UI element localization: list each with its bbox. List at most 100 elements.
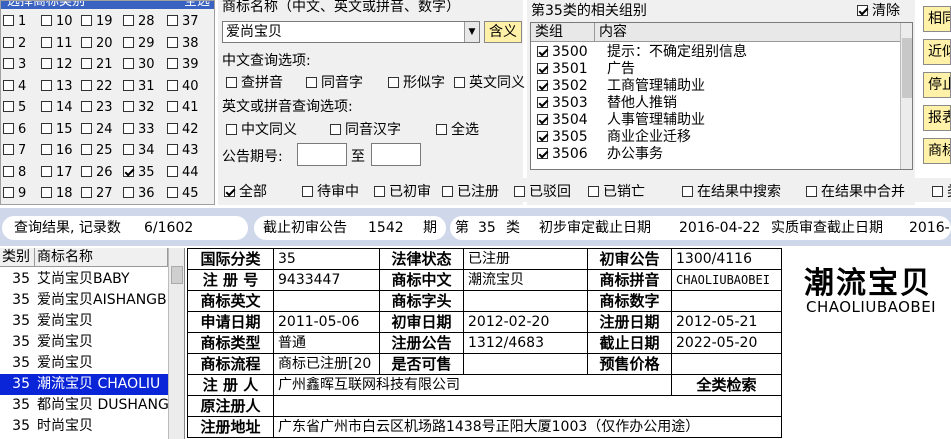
class-checkbox-29[interactable]: 29 (123, 35, 155, 53)
class-checkbox-31[interactable]: 31 (123, 78, 155, 96)
result-row[interactable]: 35 时尚宝贝 (0, 416, 168, 437)
checkbox-icon[interactable] (537, 63, 548, 74)
class-checkbox-30[interactable]: 30 (123, 56, 155, 74)
checkbox-icon[interactable] (537, 114, 548, 125)
group-row[interactable]: 3502 工商管理辅助业 (531, 78, 901, 95)
class-checkbox-36[interactable]: 36 (123, 185, 155, 203)
filter-2[interactable]: 已初审 (374, 181, 431, 201)
meaning-button[interactable]: 含义 (484, 21, 522, 43)
col-class-header[interactable]: 类别 (0, 248, 35, 267)
class-checkbox-3[interactable]: 3 (3, 56, 26, 74)
trademark-name-input[interactable]: 爱尚宝贝 (222, 21, 480, 43)
result-row[interactable]: 35 都尚宝贝 DUSHANG (0, 395, 168, 416)
class-checkbox-12[interactable]: 12 (41, 56, 73, 74)
class-checkbox-23[interactable]: 23 (81, 99, 113, 117)
side-button-0[interactable]: 相同 (923, 6, 951, 32)
groups-scroll-thumb[interactable] (902, 38, 912, 98)
class-checkbox-5[interactable]: 5 (3, 99, 26, 117)
filter-4[interactable]: 已驳回 (514, 181, 571, 201)
checkbox-icon[interactable] (537, 80, 548, 91)
class-checkbox-42[interactable]: 42 (167, 121, 199, 139)
class-checkbox-19[interactable]: 19 (81, 13, 113, 31)
class-checkbox-35[interactable]: 35 (123, 164, 155, 182)
class-checkbox-21[interactable]: 21 (81, 56, 113, 74)
class-checkbox-4[interactable]: 4 (3, 78, 26, 96)
class-checkbox-13[interactable]: 13 (41, 78, 73, 96)
group-row[interactable]: 3501 广告 (531, 61, 901, 78)
clear-checkbox[interactable]: 清除 (857, 0, 900, 20)
checkbox-icon[interactable] (537, 46, 548, 57)
cn-option-3[interactable]: 英文同义 (454, 72, 525, 92)
group-row[interactable]: 3505 商业企业迁移 (531, 129, 901, 146)
filter-3[interactable]: 已注册 (442, 181, 499, 201)
class-checkbox-22[interactable]: 22 (81, 78, 113, 96)
group-row[interactable]: 3506 办公事务 (531, 146, 901, 163)
filter-8[interactable]: 类 (932, 181, 951, 201)
side-button-3[interactable]: 报表 (923, 105, 951, 131)
result-row[interactable]: 35 爱尚宝贝 (0, 311, 168, 332)
checkbox-icon[interactable] (537, 97, 548, 108)
groups-scrollbar[interactable] (900, 23, 912, 169)
en-option-0[interactable]: 中文同义 (226, 119, 297, 139)
filter-1[interactable]: 待审中 (302, 181, 359, 201)
filter-0[interactable]: 全部 (224, 181, 267, 201)
class-checkbox-44[interactable]: 44 (167, 164, 199, 182)
class-checkbox-6[interactable]: 6 (3, 121, 26, 139)
class-checkbox-18[interactable]: 18 (41, 185, 73, 203)
class-checkbox-7[interactable]: 7 (3, 142, 26, 160)
class-checkbox-24[interactable]: 24 (81, 121, 113, 139)
class-checkbox-41[interactable]: 41 (167, 99, 199, 117)
en-option-2[interactable]: 全选 (436, 119, 479, 139)
class-checkbox-25[interactable]: 25 (81, 142, 113, 160)
class-checkbox-15[interactable]: 15 (41, 121, 73, 139)
class-checkbox-1[interactable]: 1 (3, 13, 26, 31)
class-checkbox-11[interactable]: 11 (41, 35, 73, 53)
class-checkbox-9[interactable]: 9 (3, 185, 26, 203)
class-checkbox-27[interactable]: 27 (81, 185, 113, 203)
class-checkbox-20[interactable]: 20 (81, 35, 113, 53)
class-checkbox-8[interactable]: 8 (3, 164, 26, 182)
result-row[interactable]: 35 潮流宝贝 CHAOLIU (0, 374, 168, 395)
checkbox-icon[interactable] (537, 131, 548, 142)
result-row[interactable]: 35 爱尚宝贝 (0, 332, 168, 353)
class-checkbox-37[interactable]: 37 (167, 13, 199, 31)
class-checkbox-45[interactable]: 45 (167, 185, 199, 203)
class-checkbox-43[interactable]: 43 (167, 142, 199, 160)
filter-6[interactable]: 在结果中搜索 (682, 181, 781, 201)
result-row[interactable]: 35 爱尚宝贝 (0, 353, 168, 374)
class-checkbox-14[interactable]: 14 (41, 99, 73, 117)
dropdown-arrow-icon[interactable]: ▼ (464, 22, 479, 42)
class-checkbox-16[interactable]: 16 (41, 142, 73, 160)
class-checkbox-33[interactable]: 33 (123, 121, 155, 139)
class-checkbox-2[interactable]: 2 (3, 35, 26, 53)
result-row[interactable]: 35 艾尚宝贝BABY (0, 269, 168, 290)
class-checkbox-32[interactable]: 32 (123, 99, 155, 117)
class-checkbox-39[interactable]: 39 (167, 56, 199, 74)
class-checkbox-10[interactable]: 10 (41, 13, 73, 31)
class-checkbox-26[interactable]: 26 (81, 164, 113, 182)
cn-option-1[interactable]: 同音字 (306, 72, 363, 92)
side-button-2[interactable]: 停止 (923, 72, 951, 98)
class-checkbox-34[interactable]: 34 (123, 142, 155, 160)
results-scrollbar[interactable] (168, 248, 184, 439)
full-search-button[interactable]: 全类检索 (671, 374, 782, 396)
filter-5[interactable]: 已销亡 (588, 181, 645, 201)
period-to-input[interactable] (371, 143, 421, 166)
group-row[interactable]: 3500 提示：不确定组别信息 (531, 44, 901, 61)
result-row[interactable]: 35 爱尚宝贝AISHANGB (0, 290, 168, 311)
side-button-4[interactable]: 商标 (923, 138, 951, 164)
select-all-classes[interactable]: 全选 (184, 1, 210, 9)
col-name-header[interactable]: 商标名称 (35, 248, 168, 267)
checkbox-icon[interactable] (537, 148, 548, 159)
class-checkbox-38[interactable]: 38 (167, 35, 199, 53)
class-checkbox-17[interactable]: 17 (41, 164, 73, 182)
period-from-input[interactable] (297, 143, 347, 166)
class-checkbox-28[interactable]: 28 (123, 13, 155, 31)
cn-option-2[interactable]: 形似字 (388, 72, 445, 92)
col-content-header[interactable]: 内容 (595, 23, 901, 42)
results-scroll-thumb[interactable] (171, 266, 183, 284)
class-checkbox-40[interactable]: 40 (167, 78, 199, 96)
cn-option-0[interactable]: 查拼音 (226, 72, 283, 92)
group-row[interactable]: 3503 替他人推销 (531, 95, 901, 112)
col-group-header[interactable]: 类组 (531, 23, 595, 42)
